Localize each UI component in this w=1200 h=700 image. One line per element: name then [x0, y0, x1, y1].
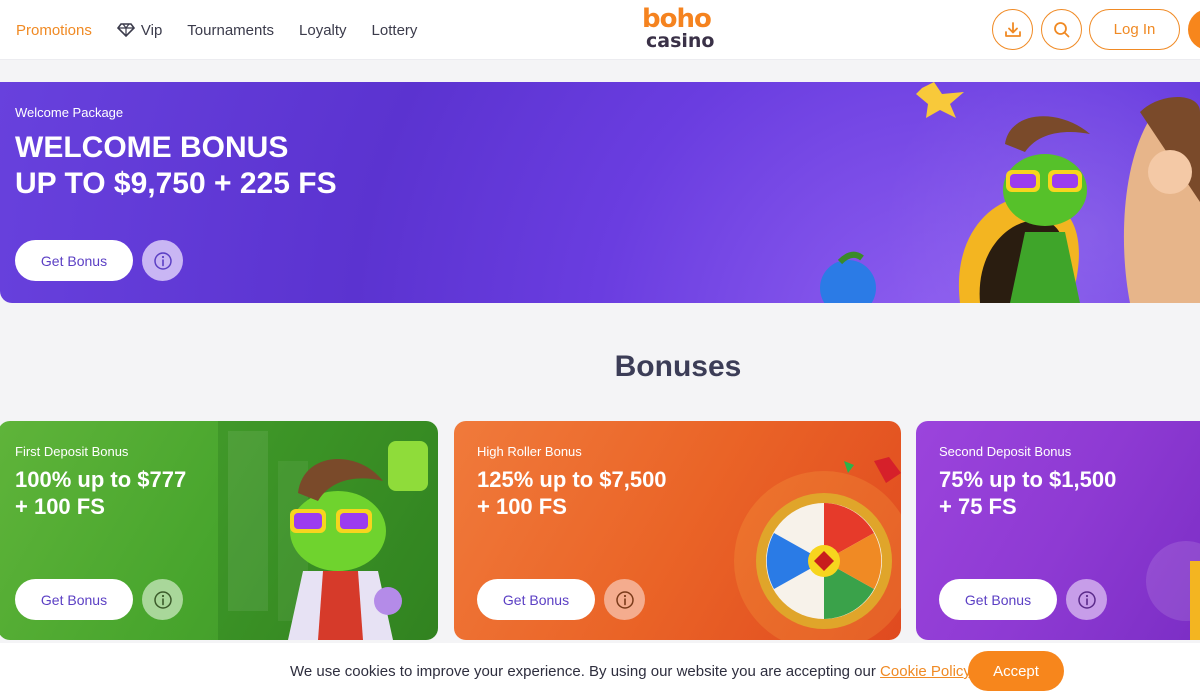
- nav-vip-label: Vip: [140, 21, 163, 39]
- card-title: 100% up to $777 + 100 FS: [15, 466, 186, 520]
- banner-title-line1: WELCOME BONUS: [15, 131, 289, 164]
- card-title-line1: 100% up to $777: [15, 467, 187, 492]
- card-eyebrow: Second Deposit Bonus: [939, 444, 1072, 459]
- info-icon: [615, 590, 634, 609]
- info-icon: [1077, 590, 1096, 609]
- search-button[interactable]: [1041, 9, 1082, 50]
- info-button[interactable]: [142, 579, 183, 620]
- get-bonus-button[interactable]: Get Bonus: [15, 579, 133, 620]
- info-icon: [153, 590, 172, 609]
- download-button[interactable]: [992, 9, 1033, 50]
- card-title: 125% up to $7,500 + 100 FS: [477, 466, 667, 520]
- bonus-card-first-deposit: First Deposit Bonus 100% up to $777 + 10…: [0, 421, 438, 640]
- card-title-line2: + 75 FS: [939, 494, 1017, 519]
- cookie-policy-link[interactable]: Cookie Policy.: [880, 663, 974, 680]
- info-button[interactable]: [1066, 579, 1107, 620]
- banner-title: WELCOME BONUS UP TO $9,750 + 225 FS: [15, 130, 337, 202]
- site-header: Promotions Vip Tournaments Loyalty Lotte…: [0, 0, 1200, 60]
- cookie-message: We use cookies to improve your experienc…: [290, 663, 881, 680]
- diamond-icon: [116, 23, 135, 37]
- card-eyebrow: First Deposit Bonus: [15, 444, 129, 459]
- banner-title-line2: UP TO $9,750 + 225 FS: [15, 167, 337, 200]
- bonuses-heading: Bonuses: [614, 350, 742, 383]
- login-button[interactable]: Log In: [1089, 9, 1180, 50]
- main-nav: Promotions Vip Tournaments Loyalty Lotte…: [16, 0, 417, 60]
- card-title-line2: + 100 FS: [477, 494, 567, 519]
- welcome-banner: Welcome Package WELCOME BONUS UP TO $9,7…: [0, 82, 1200, 303]
- card-title-line1: 125% up to $7,500: [477, 467, 667, 492]
- info-button[interactable]: [142, 240, 183, 281]
- card-illustration-frog: [218, 421, 438, 640]
- cookie-banner: We use cookies to improve your experienc…: [0, 643, 1200, 700]
- card-eyebrow: High Roller Bonus: [477, 444, 582, 459]
- nav-lottery[interactable]: Lottery: [372, 22, 418, 39]
- nav-loyalty[interactable]: Loyalty: [299, 22, 347, 39]
- get-bonus-button[interactable]: Get Bonus: [477, 579, 595, 620]
- nav-tournaments[interactable]: Tournaments: [187, 22, 274, 39]
- logo[interactable]: boho casino: [636, 2, 716, 54]
- bonus-card-second-deposit: Second Deposit Bonus 75% up to $1,500 + …: [916, 421, 1200, 640]
- card-illustration-wheel: [734, 457, 901, 640]
- card-title-line1: 75% up to $1,500: [939, 467, 1117, 492]
- card-title-line2: + 100 FS: [15, 494, 105, 519]
- logo-casino: casino: [646, 30, 715, 52]
- signup-button[interactable]: [1188, 9, 1200, 50]
- search-icon: [1053, 21, 1069, 37]
- info-icon: [153, 251, 172, 270]
- cookie-text: We use cookies to improve your experienc…: [290, 663, 974, 680]
- accept-cookies-button[interactable]: Accept: [968, 651, 1064, 691]
- card-illustration-sparkle: [1146, 541, 1200, 640]
- nav-vip[interactable]: Vip: [116, 21, 163, 39]
- info-button[interactable]: [604, 579, 645, 620]
- bonus-card-high-roller: High Roller Bonus 125% up to $7,500 + 10…: [454, 421, 901, 640]
- banner-illustration: [820, 82, 1200, 303]
- banner-eyebrow: Welcome Package: [15, 105, 124, 120]
- download-icon: [1004, 21, 1021, 37]
- card-title: 75% up to $1,500 + 75 FS: [939, 466, 1116, 520]
- get-bonus-button[interactable]: Get Bonus: [939, 579, 1057, 620]
- nav-promotions[interactable]: Promotions: [16, 22, 92, 39]
- get-bonus-button[interactable]: Get Bonus: [15, 240, 133, 281]
